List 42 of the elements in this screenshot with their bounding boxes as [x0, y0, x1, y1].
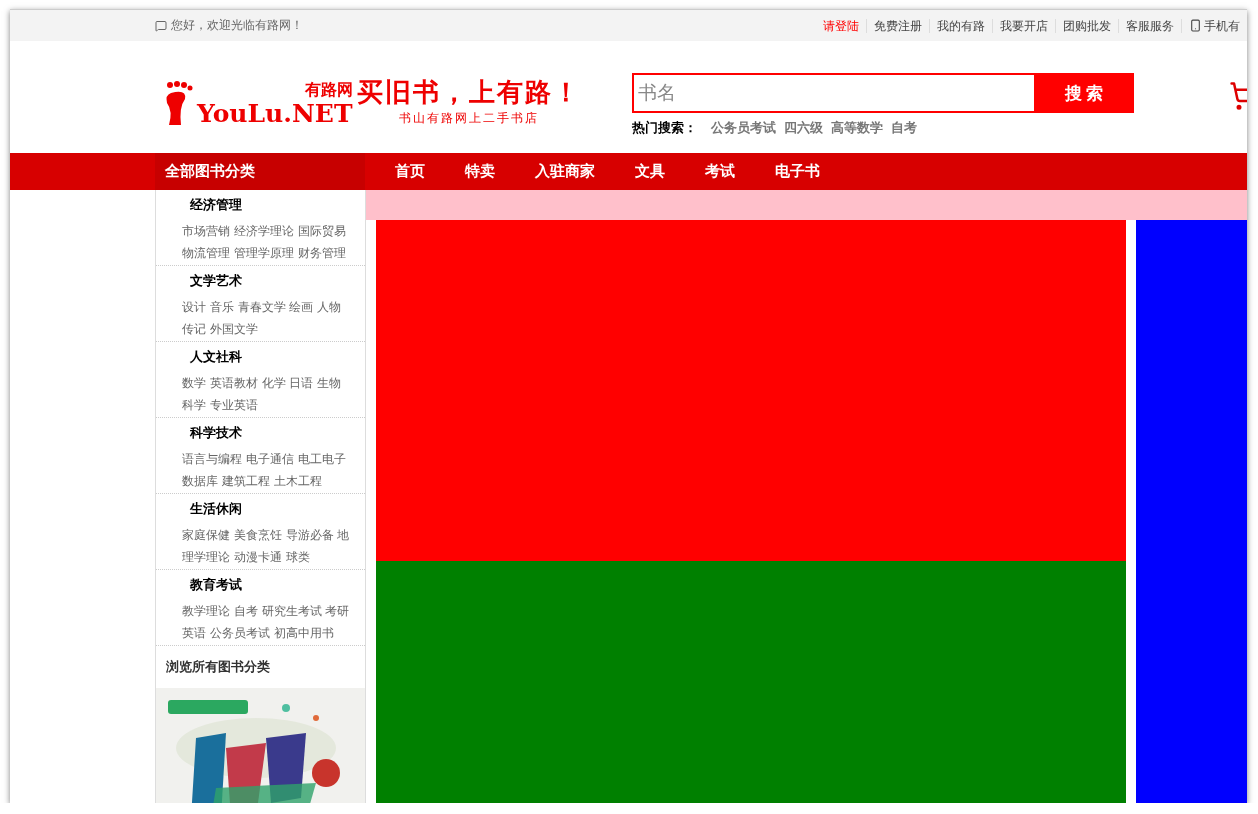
top-link[interactable]: 免费注册 [866, 18, 929, 33]
nav-link[interactable]: 首页 [375, 153, 445, 190]
top-link[interactable]: 我要开店 [992, 18, 1055, 33]
top-link[interactable]: 我的有路 [929, 18, 992, 33]
category-links[interactable]: 教学理论 自考 研究生考试 考研英语 公务员考试 初高中用书 [182, 600, 353, 644]
category-links[interactable]: 设计 音乐 青春文学 绘画 人物传记 外国文学 [182, 296, 353, 340]
top-link[interactable]: 客服服务 [1118, 18, 1181, 33]
nav-link[interactable]: 特卖 [445, 153, 515, 190]
category-links[interactable]: 市场营销 经济学理论 国际贸易 物流管理 管理学原理 财务管理 [182, 220, 353, 264]
site-name: 有路网 [304, 80, 353, 101]
category-title[interactable]: 文学艺术 [182, 272, 353, 290]
top-link[interactable]: 团购批发 [1055, 18, 1118, 33]
nav-link[interactable]: 考试 [685, 153, 755, 190]
slogan: 买旧书，上有路！ [356, 76, 581, 109]
search-button[interactable]: 搜 索 [1034, 73, 1134, 113]
browse-all-link[interactable]: 浏览所有图书分类 [156, 646, 365, 688]
brand-logo: YouLu.NET [197, 101, 353, 127]
top-link[interactable]: 请登陆 [816, 18, 866, 33]
hot-search-link[interactable]: 高等数学 [831, 119, 883, 137]
category-title[interactable]: 经济管理 [182, 196, 353, 214]
phone-icon [1189, 19, 1202, 32]
category-links[interactable]: 家庭保健 美食烹饪 导游必备 地理学理论 动漫卡通 球类 [182, 524, 353, 568]
hot-search-link[interactable]: 四六级 [784, 119, 823, 137]
category-title[interactable]: 生活休闲 [182, 500, 353, 518]
greeting-text: 您好，欢迎光临有路网！ [155, 17, 303, 34]
hot-search-label: 热门搜索： [632, 119, 697, 137]
top-link[interactable]: 手机有 [1181, 18, 1247, 33]
nav-link[interactable]: 电子书 [755, 153, 840, 190]
search-field[interactable]: 书名 [632, 73, 1034, 113]
hot-search-link[interactable]: 自考 [891, 119, 917, 137]
category-menu-button[interactable]: 全部图书分类 [155, 153, 365, 190]
foot-icon [165, 81, 193, 127]
chat-icon [155, 19, 167, 32]
category-title[interactable]: 教育考试 [182, 576, 353, 594]
hot-search-link[interactable]: 公务员考试 [711, 119, 776, 137]
category-title[interactable]: 人文社科 [182, 348, 353, 366]
category-title[interactable]: 科学技术 [182, 424, 353, 442]
nav-link[interactable]: 入驻商家 [515, 153, 615, 190]
subtitle: 书山有路网上二手书店 [398, 110, 539, 127]
category-links[interactable]: 语言与编程 电子通信 电工电子 数据库 建筑工程 土木工程 [182, 448, 353, 492]
nav-link[interactable]: 文具 [615, 153, 685, 190]
category-links[interactable]: 数学 英语教材 化学 日语 生物科学 专业英语 [182, 372, 353, 416]
